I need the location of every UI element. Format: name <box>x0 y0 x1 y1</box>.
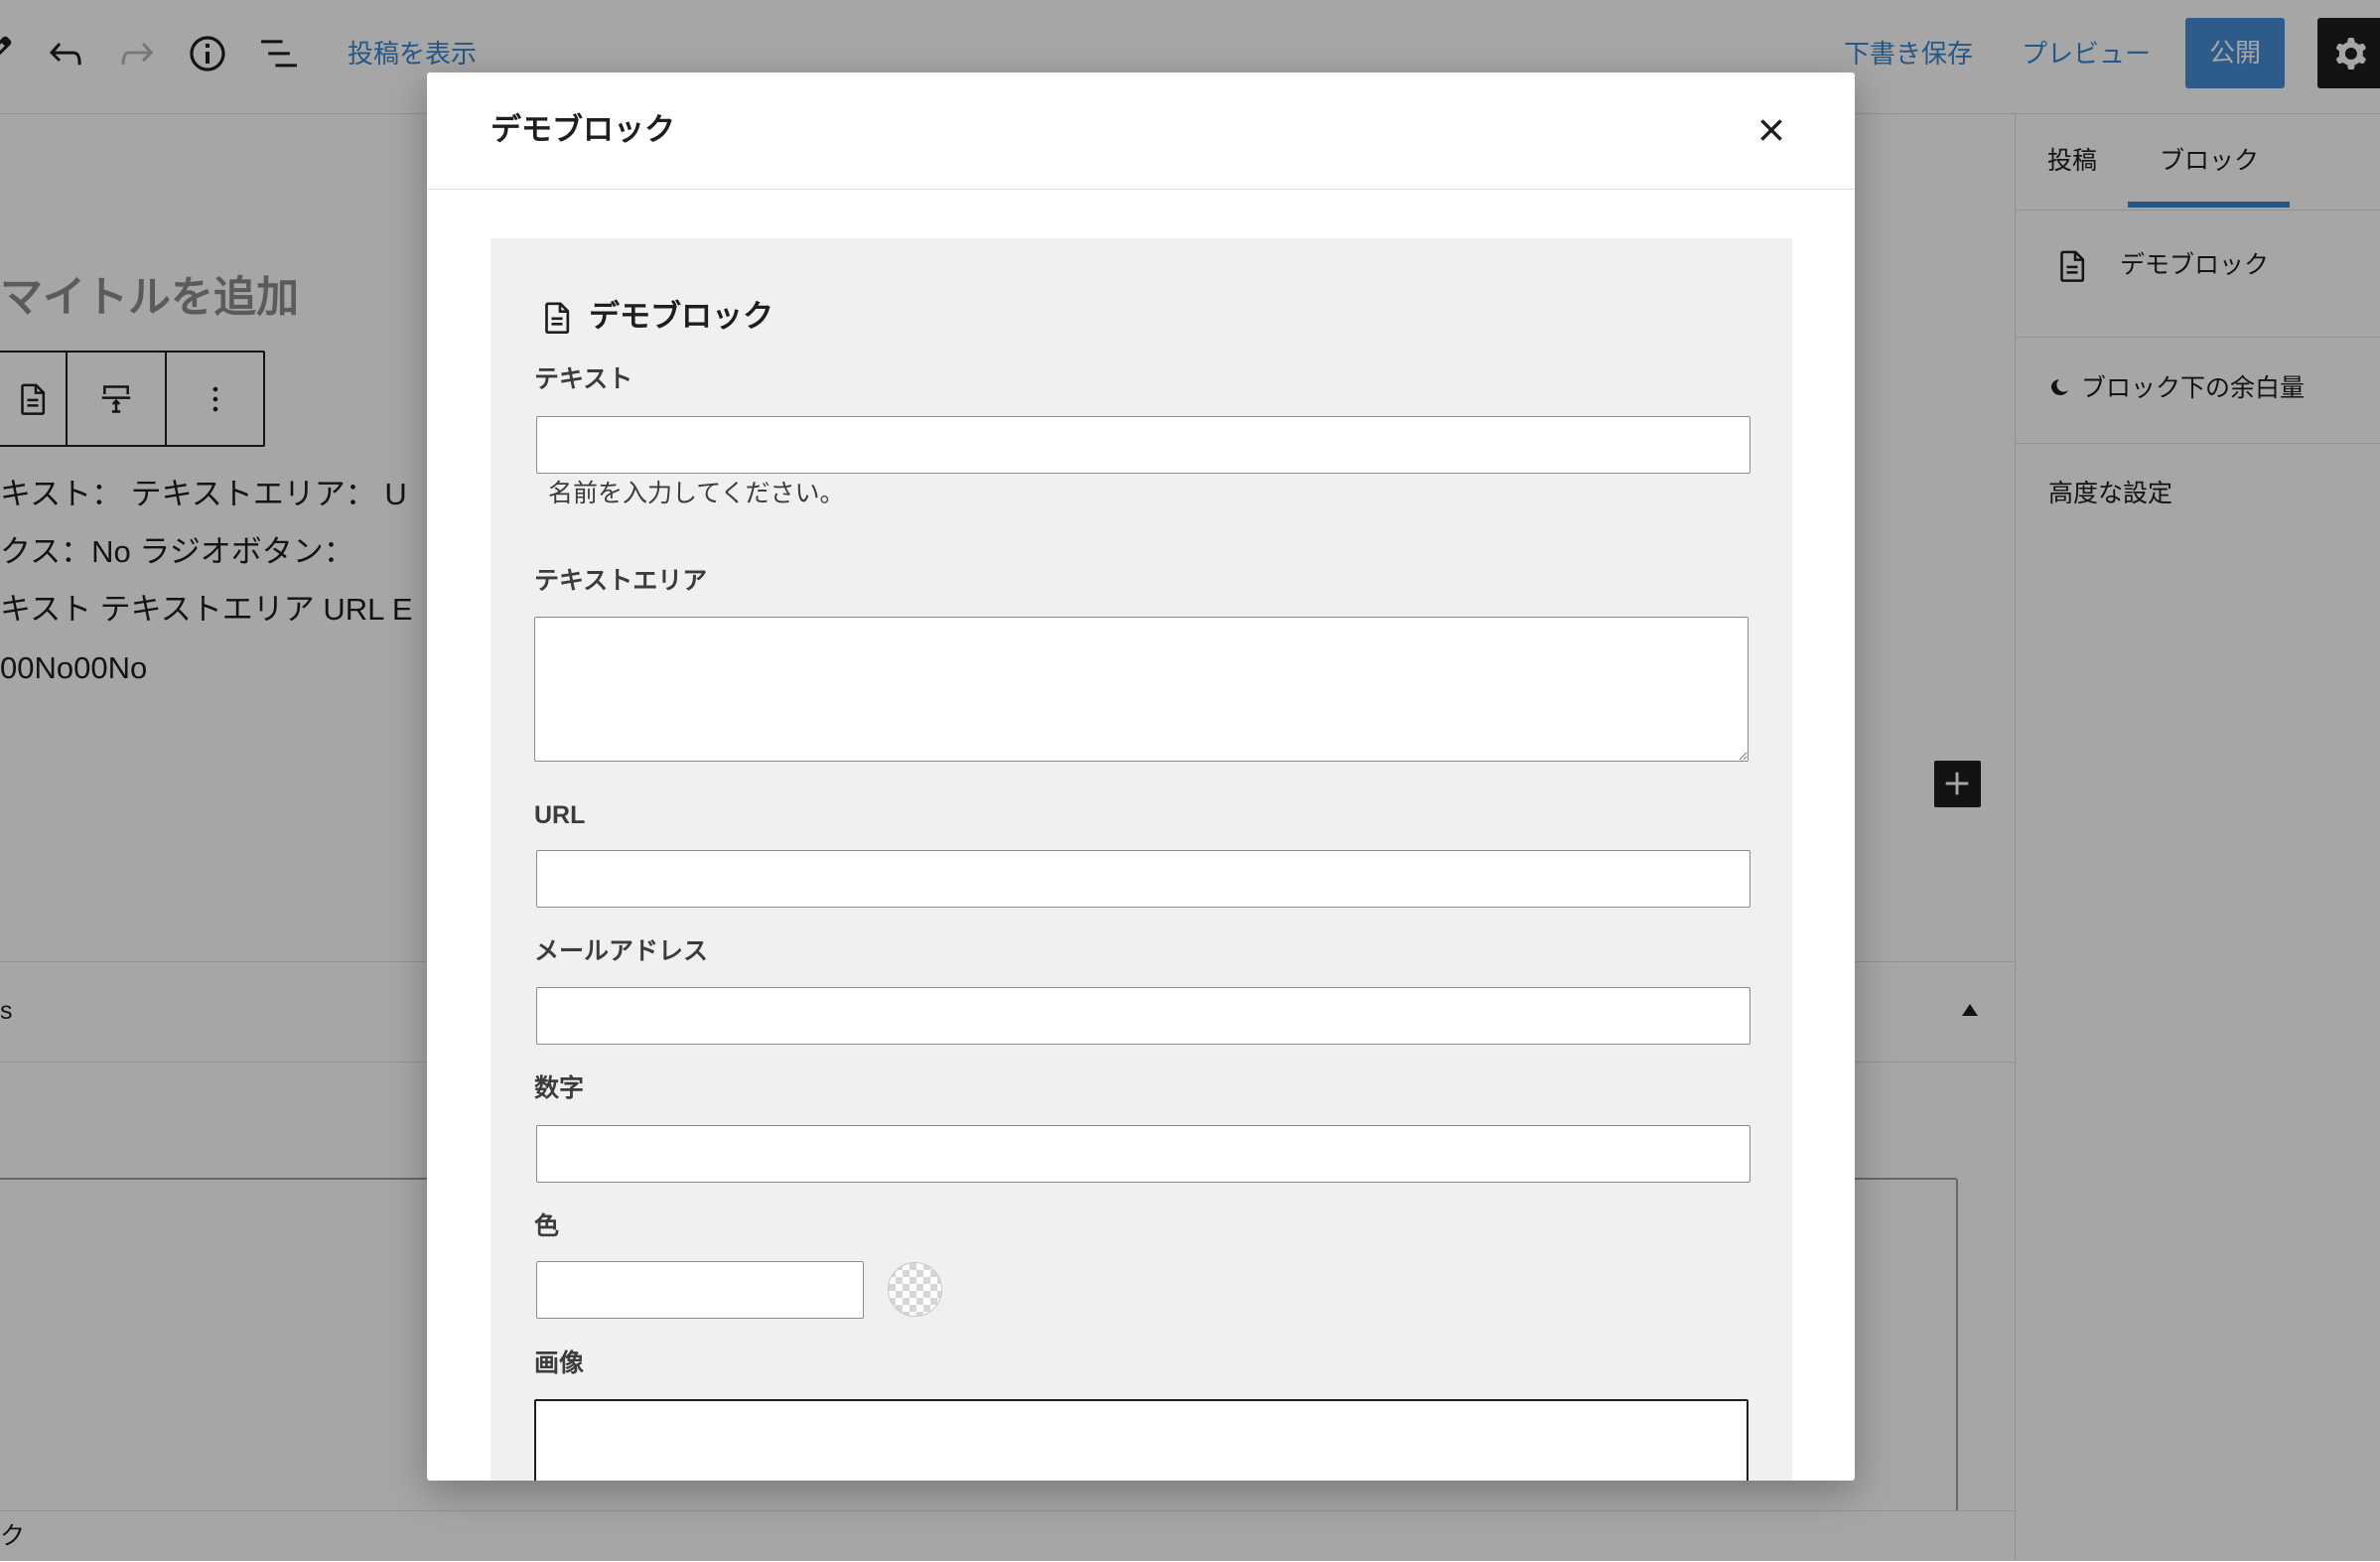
url-field[interactable] <box>536 850 1750 908</box>
modal-title: デモブロック <box>490 112 675 147</box>
close-button[interactable] <box>1748 106 1795 154</box>
number-field[interactable] <box>536 1125 1750 1183</box>
image-upload-area[interactable] <box>534 1399 1749 1481</box>
modal-header: デモブロック <box>427 72 1855 190</box>
block-title: デモブロック <box>589 299 773 334</box>
image-field-label: 画像 <box>534 1349 585 1377</box>
textarea-field[interactable] <box>534 617 1749 762</box>
close-icon <box>1748 106 1795 154</box>
block-edit-modal: デモブロック デモブロック テキスト 名前を入力してください。 テキストエリア … <box>427 72 1855 1481</box>
color-field-label: 色 <box>534 1212 560 1240</box>
block-form-panel: デモブロック テキスト 名前を入力してください。 テキストエリア URL メール… <box>490 238 1792 1481</box>
email-field-label: メールアドレス <box>534 937 709 965</box>
color-field[interactable] <box>536 1261 864 1319</box>
url-field-label: URL <box>534 801 586 829</box>
document-icon <box>537 296 577 340</box>
color-swatch[interactable] <box>888 1262 942 1317</box>
email-field[interactable] <box>536 987 1750 1045</box>
text-field-label: テキスト <box>534 365 633 393</box>
textarea-field-label: テキストエリア <box>534 567 708 595</box>
text-field-help: 名前を入力してください。 <box>548 480 845 507</box>
number-field-label: 数字 <box>534 1074 585 1102</box>
text-field[interactable] <box>536 416 1750 474</box>
